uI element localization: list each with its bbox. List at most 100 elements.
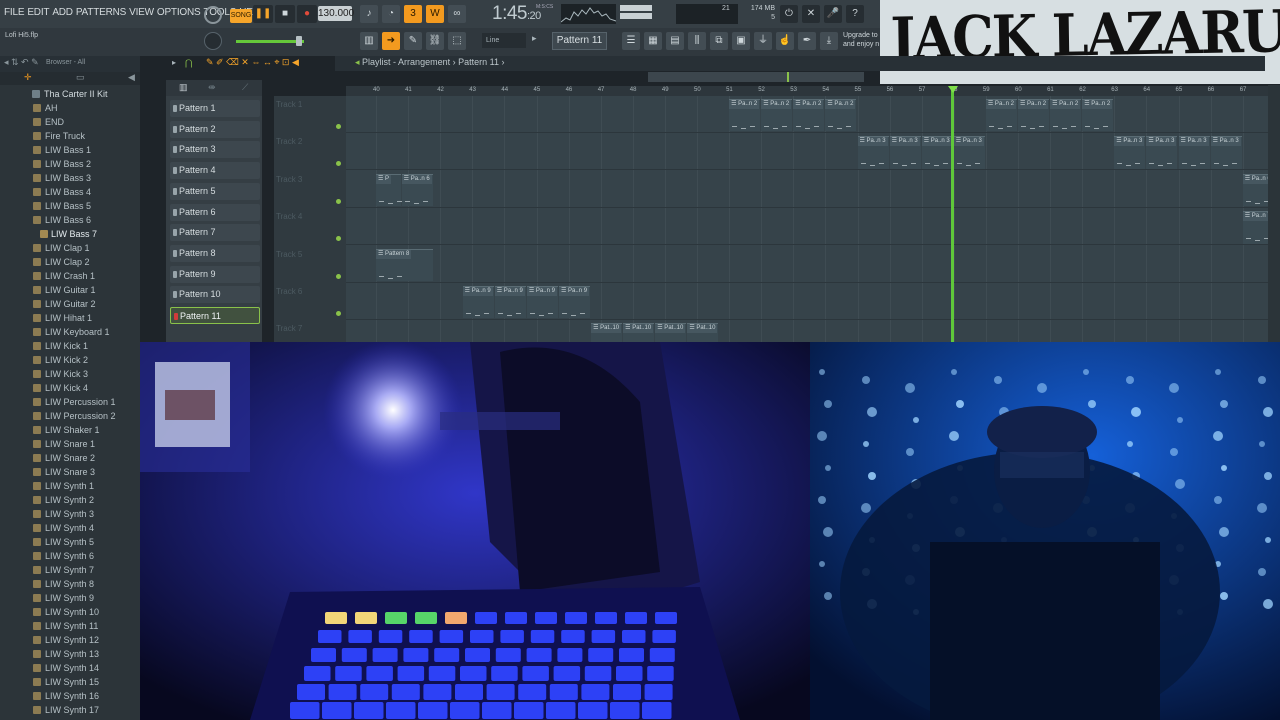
browser-item[interactable]: LIW Synth 14 <box>0 661 140 675</box>
timeline-ruler[interactable] <box>346 86 1268 96</box>
browser-item[interactable]: LIW Kick 4 <box>0 381 140 395</box>
pattern-clip[interactable]: ☰ P <box>376 173 402 207</box>
pencil-icon[interactable]: ✎ <box>404 32 422 50</box>
pattern-selector[interactable]: Pattern 11 <box>552 32 607 50</box>
playhead[interactable] <box>950 86 954 342</box>
pattern-clip[interactable]: ☰ Pat..10 <box>687 323 719 342</box>
browser-file-icon[interactable]: ▭ <box>76 72 85 83</box>
browser-item[interactable]: LIW Synth 8 <box>0 577 140 591</box>
pattern-clip[interactable]: ☰ Pa..n 2 <box>1050 99 1082 132</box>
browser-item[interactable]: LIW Synth 17 <box>0 703 140 717</box>
track-label[interactable]: Track 3 <box>276 175 302 184</box>
pattern-clip[interactable]: ☰ Pa..n 2 <box>729 99 761 132</box>
browser-speaker-icon[interactable]: ◀ <box>128 72 135 83</box>
main-volume-knob[interactable] <box>204 6 222 24</box>
pattern-clip[interactable]: ☰ Pa..n 9 <box>526 286 558 319</box>
browser-item[interactable]: LIW Synth 13 <box>0 647 140 661</box>
playlist-vertical-scrollbar[interactable] <box>1268 85 1280 342</box>
pattern-clip[interactable]: ☰ Pa..n 3 <box>1210 136 1242 169</box>
playlist-horizontal-scrollbar[interactable] <box>648 72 864 82</box>
track-lane[interactable] <box>346 208 1268 246</box>
touch-icon[interactable]: ☝ <box>776 32 794 50</box>
browser-item[interactable]: LIW Synth 10 <box>0 605 140 619</box>
pattern-clip[interactable]: ☰ Pat..10 <box>655 323 687 342</box>
pattern-clip[interactable]: ☰ Pat..10 <box>591 323 623 342</box>
pattern-clip[interactable]: ☰ Pa..n 2 <box>793 99 825 132</box>
snap-select[interactable]: Line <box>482 33 526 48</box>
plug-icon[interactable]: ⏚ <box>754 32 772 50</box>
browser-item[interactable]: LIW Shaker 1 <box>0 423 140 437</box>
browser-item[interactable]: LIW Synth 5 <box>0 535 140 549</box>
browser-item[interactable]: LIW Snare 1 <box>0 437 140 451</box>
browser-item[interactable]: LIW Synth 15 <box>0 675 140 689</box>
track-label[interactable]: Track 7 <box>276 324 302 333</box>
browser-item[interactable]: LIW Clap 1 <box>0 241 140 255</box>
browser-item[interactable]: LIW Percussion 2 <box>0 409 140 423</box>
browser-item[interactable]: LIW Kick 2 <box>0 353 140 367</box>
arrow-icon[interactable]: ➜ <box>382 32 400 50</box>
track-lane[interactable] <box>346 320 1268 342</box>
pattern-clip[interactable]: ☰ Pa..n 3 <box>1114 136 1146 169</box>
browser-item[interactable]: LIW Guitar 2 <box>0 297 140 311</box>
picker-audio-icon[interactable]: ⇼ <box>208 82 216 93</box>
menu-file[interactable]: FILE <box>4 7 25 18</box>
step-edit-icon[interactable]: W <box>426 5 444 23</box>
browser-item[interactable]: LIW Synth 1 <box>0 479 140 493</box>
playlist-tools-icons[interactable]: ✎ ✐ ⌫ ✕ ⇔ ↔ ⌖ ⊡ ◀ <box>206 57 299 68</box>
pattern-clip[interactable]: ☰ Pa..n 3 <box>921 136 953 169</box>
browser-item[interactable]: LIW Synth 11 <box>0 619 140 633</box>
browser-item[interactable]: LIW Synth 3 <box>0 507 140 521</box>
pattern-item[interactable]: Pattern 7 <box>170 224 260 242</box>
pattern-clip[interactable]: ☰ Pa..n 2 <box>1018 99 1050 132</box>
browser-item[interactable]: LIW Snare 2 <box>0 451 140 465</box>
track-label[interactable]: Track 6 <box>276 287 302 296</box>
menu-edit[interactable]: EDIT <box>27 7 49 18</box>
browser-item[interactable]: Fire Truck <box>0 129 140 143</box>
browser-item[interactable]: LIW Keyboard 1 <box>0 325 140 339</box>
browser-item[interactable]: LIW Bass 4 <box>0 185 140 199</box>
playlist-icon[interactable]: ☰ <box>622 32 640 50</box>
track-mute-icon[interactable] <box>336 198 341 204</box>
tempo-display[interactable]: 130.000 <box>318 6 354 21</box>
pause-button[interactable]: ❚❚ <box>253 5 273 23</box>
pattern-item[interactable]: Pattern 10 <box>170 286 260 304</box>
browser-item[interactable]: LIW Snare 3 <box>0 465 140 479</box>
download-icon[interactable]: ⤓ <box>820 32 838 50</box>
piano-roll-icon[interactable]: ▤ <box>666 32 684 50</box>
pattern-item[interactable]: Pattern 11 <box>170 307 260 324</box>
playhead-marker-icon[interactable] <box>947 86 958 93</box>
keyboard-icon[interactable]: ▥ <box>360 32 378 50</box>
browser-item[interactable]: LIW Synth 16 <box>0 689 140 703</box>
picker-automation-icon[interactable]: ⟋ <box>242 82 248 93</box>
browser-item[interactable]: LIW Synth 12 <box>0 633 140 647</box>
track-mute-icon[interactable] <box>336 124 341 129</box>
browser-item[interactable]: LIW Bass 6 <box>0 213 140 227</box>
pattern-item[interactable]: Pattern 4 <box>170 162 260 180</box>
pattern-clip[interactable]: ☰ Pa..n 6 <box>1242 173 1268 207</box>
track-mute-icon[interactable] <box>336 311 341 316</box>
browser-item[interactable]: LIW Synth 9 <box>0 591 140 605</box>
browser-item[interactable]: LIW Bass 7 <box>0 227 140 241</box>
pattern-item[interactable]: Pattern 8 <box>170 244 260 262</box>
pattern-clip[interactable]: ☰ Pa..n 3 <box>889 136 921 169</box>
pattern-clip[interactable]: ☰ Pa..n 3 <box>857 136 889 169</box>
pattern-clip[interactable]: ☰ Pa..n 3 <box>1146 136 1178 169</box>
metronome-icon[interactable]: ♪ <box>360 5 378 23</box>
browser-item[interactable]: LIW Kick 1 <box>0 339 140 353</box>
track-lane[interactable] <box>346 171 1268 208</box>
power-icon[interactable]: ⏻ <box>780 5 798 23</box>
arrangement-grid[interactable]: ☰ Pa..n 2 ☰ Pa..n 2 ☰ Pa..n 2 ☰ Pa..n 2 ☰ Pa… <box>346 96 1268 342</box>
record-button[interactable]: ● <box>297 5 317 23</box>
song-mode-toggle[interactable]: SONG <box>230 9 252 23</box>
track-label[interactable]: Track 1 <box>276 100 302 109</box>
playlist-magnet-icon[interactable]: ⋂ <box>185 58 192 69</box>
volume-slider-handle[interactable] <box>296 36 302 46</box>
stamp-icon[interactable]: ⬚ <box>448 32 466 50</box>
browser-icon[interactable]: ⧉ <box>710 32 728 50</box>
pattern-clip[interactable]: ☰ Pa..n 2 <box>985 99 1017 132</box>
menu-patterns[interactable]: PATTERNS <box>76 7 126 18</box>
playlist-play-icon[interactable]: ▸ <box>172 58 176 67</box>
pattern-clip[interactable]: ☰ Pattern 8 <box>376 248 433 281</box>
pattern-clip[interactable]: ☰ Pa..n 6 <box>401 173 433 207</box>
track-lane[interactable] <box>346 246 1268 283</box>
